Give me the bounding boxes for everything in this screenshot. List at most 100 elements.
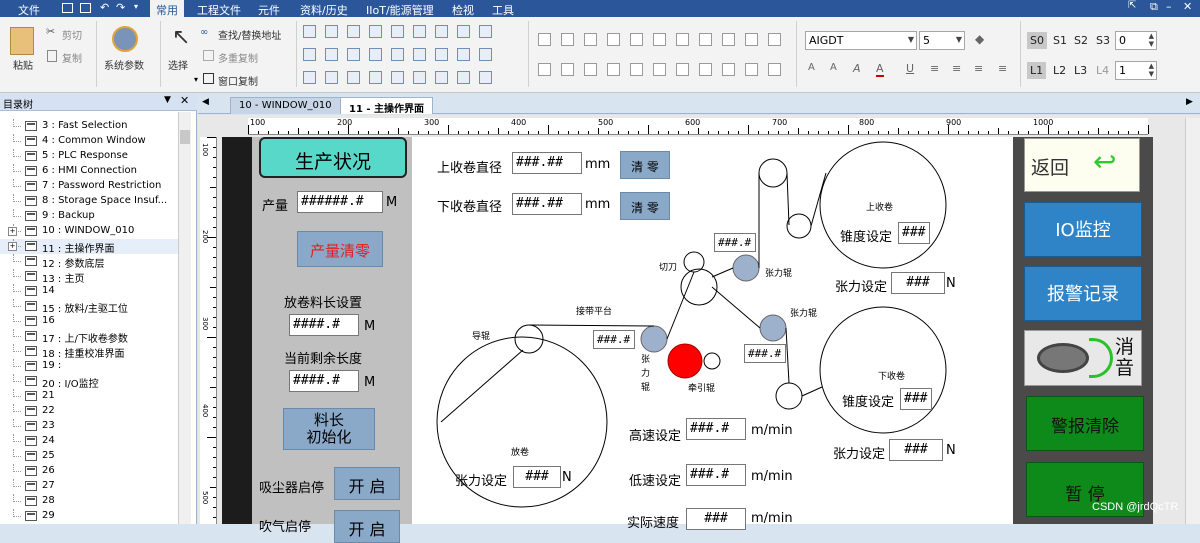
state-spinner[interactable]: 0 ▲ ▼ — [1115, 31, 1157, 50]
align-tool-icon[interactable] — [630, 33, 643, 46]
state-s1-button[interactable]: S1 — [1053, 34, 1067, 47]
mute-button[interactable]: 消音 — [1024, 330, 1142, 386]
tree-item[interactable]: 27 — [0, 479, 178, 494]
paste-icon[interactable] — [10, 27, 34, 55]
font-color-icon[interactable]: A — [876, 62, 884, 77]
minimize-icon[interactable]: – — [1166, 0, 1172, 13]
italic-icon[interactable]: A — [853, 62, 861, 75]
menu-project[interactable]: 工程文件 — [197, 2, 241, 18]
tree-item[interactable]: 3 : Fast Selection — [0, 119, 178, 134]
tree-item[interactable]: 14 — [0, 284, 178, 299]
close-icon[interactable]: ✕ — [1183, 0, 1192, 13]
clear-output-button[interactable]: 产量清零 — [297, 231, 383, 267]
blow-on-button[interactable]: 开 启 — [334, 510, 400, 543]
tree-item[interactable]: 8 : Storage Space Insuf... — [0, 194, 178, 209]
lower-diameter-field[interactable]: ###.## — [512, 193, 582, 215]
tree-item[interactable]: +10 : WINDOW_010 — [0, 224, 178, 239]
object-tool-icon[interactable] — [303, 48, 316, 61]
tree-item[interactable]: 17 : 上/下收卷参数 — [0, 329, 178, 345]
align-tool-icon[interactable] — [699, 63, 712, 76]
tree-item[interactable]: 28 — [0, 494, 178, 509]
upper-clear-button[interactable]: 清 零 — [620, 151, 670, 179]
low-speed-field[interactable]: ###.# — [686, 464, 746, 486]
tree-dropdown-icon[interactable]: ▼ — [164, 95, 171, 105]
object-tool-icon[interactable] — [391, 25, 404, 38]
scrollbar-thumb[interactable] — [180, 130, 190, 144]
output-field[interactable]: ######.# — [297, 191, 383, 213]
state-s2-button[interactable]: S2 — [1074, 34, 1088, 47]
object-tool-icon[interactable] — [369, 25, 382, 38]
paste-label[interactable]: 粘贴 — [13, 57, 33, 72]
length-init-button[interactable]: 料长 初始化 — [283, 408, 375, 450]
menu-home[interactable]: 常用 — [150, 0, 184, 17]
tree-item[interactable]: 18 : 挂重校准界面 — [0, 344, 178, 360]
tree-item[interactable]: +11 : 主操作界面 — [0, 239, 178, 255]
tree-scrollbar[interactable] — [178, 112, 191, 524]
align-tool-icon[interactable] — [584, 33, 597, 46]
vacuum-on-button[interactable]: 开 启 — [334, 467, 400, 500]
align-tool-icon[interactable] — [722, 33, 735, 46]
grow-font-icon[interactable]: A — [808, 62, 815, 73]
state-s0-button[interactable]: S0 — [1027, 32, 1047, 49]
tension-roll-c-field[interactable]: ###.# — [593, 330, 635, 349]
object-tool-icon[interactable] — [303, 71, 316, 84]
object-tool-icon[interactable] — [479, 48, 492, 61]
save-icon[interactable] — [62, 3, 73, 13]
select-label[interactable]: 选择 — [168, 57, 188, 72]
tree-item[interactable]: 12 : 参数底层 — [0, 254, 178, 270]
tree-item[interactable]: 24 — [0, 434, 178, 449]
menu-data-history[interactable]: 资料/历史 — [300, 2, 348, 18]
menu-tools[interactable]: 工具 — [492, 2, 514, 18]
system-params-label[interactable]: 系统参数 — [104, 57, 144, 72]
align-tool-icon[interactable] — [584, 63, 597, 76]
object-tool-icon[interactable] — [413, 71, 426, 84]
tree-item[interactable]: 16 — [0, 314, 178, 329]
lower-clear-button[interactable]: 清 零 — [620, 192, 670, 220]
object-tool-icon[interactable] — [391, 48, 404, 61]
copy-label[interactable]: 复制 — [62, 50, 82, 65]
tension-roll-b-field[interactable]: ###.# — [744, 344, 786, 363]
object-tool-icon[interactable] — [479, 71, 492, 84]
object-tool-icon[interactable] — [325, 71, 338, 84]
object-tool-icon[interactable] — [347, 71, 360, 84]
object-tool-icon[interactable] — [347, 25, 360, 38]
tree-item[interactable]: 20 : I/O监控 — [0, 374, 178, 390]
tree-item[interactable]: 7 : Password Restriction — [0, 179, 178, 194]
align-tool-icon[interactable] — [538, 33, 551, 46]
alarm-clear-button[interactable]: 警报清除 — [1026, 396, 1144, 451]
align-tool-icon[interactable] — [676, 33, 689, 46]
tree-close-icon[interactable]: ✕ — [180, 94, 189, 107]
object-tool-icon[interactable] — [435, 71, 448, 84]
tree-item[interactable]: 19 : — [0, 359, 178, 374]
align-left-icon[interactable]: ≡ — [930, 62, 939, 75]
multi-copy-label[interactable]: 多重复制 — [218, 50, 258, 65]
unwind-length-field[interactable]: ####.# — [289, 314, 359, 336]
tree-item[interactable]: 21 — [0, 389, 178, 404]
lower-taper-field[interactable]: ### — [900, 388, 932, 410]
tree-item[interactable]: 6 : HMI Connection — [0, 164, 178, 179]
copy-icon[interactable] — [47, 50, 57, 62]
tree-item[interactable]: 29 — [0, 509, 178, 524]
tree-item[interactable]: 5 : PLC Response — [0, 149, 178, 164]
menu-component[interactable]: 元件 — [258, 2, 280, 18]
menu-iiot[interactable]: IIoT/能源管理 — [366, 2, 434, 18]
upper-taper-field[interactable]: ### — [898, 222, 930, 244]
object-tool-icon[interactable] — [479, 25, 492, 38]
tree-item[interactable]: 26 — [0, 464, 178, 479]
layer-spinner[interactable]: 1 ▲ ▼ — [1115, 61, 1157, 80]
align-tool-icon[interactable] — [699, 33, 712, 46]
align-tool-icon[interactable] — [561, 33, 574, 46]
gear-icon[interactable] — [112, 26, 138, 52]
menu-file[interactable]: 文件 — [18, 2, 40, 18]
object-tool-icon[interactable] — [457, 71, 470, 84]
align-tool-icon[interactable] — [745, 33, 758, 46]
window-icon[interactable] — [80, 3, 91, 13]
lower-tension-field[interactable]: ### — [889, 439, 943, 461]
unwind-tension-field[interactable]: ### — [513, 466, 561, 488]
align-tool-icon[interactable] — [607, 63, 620, 76]
tree-item[interactable]: 22 — [0, 404, 178, 419]
ribbon-collapse-icon[interactable]: ⇱ — [1128, 0, 1136, 11]
tree-item[interactable]: 4 : Common Window — [0, 134, 178, 149]
scissors-icon[interactable]: ✂ — [46, 25, 55, 38]
align-right-icon[interactable]: ≡ — [974, 62, 983, 75]
